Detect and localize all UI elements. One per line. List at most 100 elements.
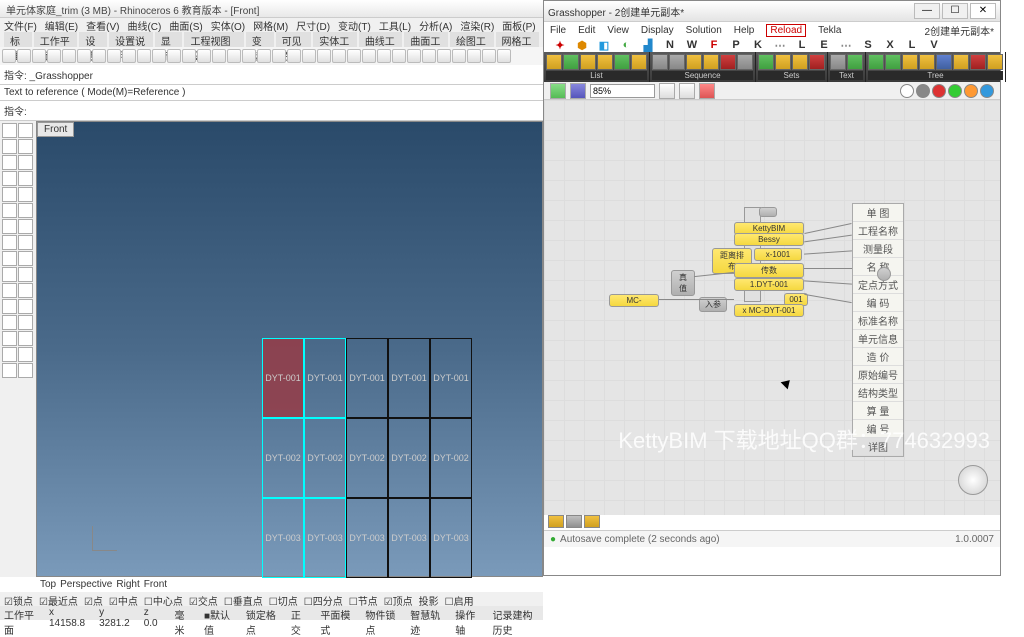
comp-icon[interactable]: [563, 54, 579, 70]
gh-tabgroup-list[interactable]: List: [544, 52, 650, 82]
tool-icon[interactable]: [18, 251, 33, 266]
toolbar-icon[interactable]: [422, 49, 436, 63]
tool-icon[interactable]: [2, 187, 17, 202]
comp-icon[interactable]: [847, 54, 863, 70]
gh-shortcut-letter[interactable]: F: [708, 39, 720, 51]
status-gridsnap[interactable]: 锁定格点: [246, 607, 277, 619]
tool-icon[interactable]: [2, 299, 17, 314]
gh-shortcut-letter[interactable]: X: [884, 39, 896, 51]
tool-icon[interactable]: [18, 139, 33, 154]
vp-tab-top[interactable]: Top: [40, 579, 56, 590]
osnap-item[interactable]: ☐垂直点: [224, 593, 263, 605]
gh-menu-display[interactable]: Display: [641, 25, 674, 36]
toolbar-icon[interactable]: [62, 49, 76, 63]
gh-tabgroup-sequence[interactable]: Sequence: [650, 52, 756, 82]
menu-analyze[interactable]: 分析(A): [419, 18, 452, 32]
menu-dim[interactable]: 尺寸(D): [296, 18, 330, 32]
tab-display[interactable]: 显示: [155, 32, 183, 47]
tool-icon[interactable]: [2, 251, 17, 266]
gh-shortcut-letter[interactable]: L: [796, 39, 808, 51]
gh-tabgroup-text[interactable]: Text: [828, 52, 866, 82]
tool-icon[interactable]: [18, 203, 33, 218]
toolbar-icon[interactable]: [377, 49, 391, 63]
gh-doc-tab[interactable]: [584, 515, 600, 528]
menu-transform[interactable]: 变动(T): [338, 18, 371, 32]
tool-icon[interactable]: [18, 347, 33, 362]
command-prompt[interactable]: 指令:: [0, 101, 543, 121]
toolbar-icon[interactable]: [347, 49, 361, 63]
gh-component[interactable]: 传数: [734, 263, 804, 278]
rhino-tabs[interactable]: 标准 工作平面 设置 设置说明 显示 工程视图设置 变动 可见性 实体工具 曲线…: [0, 32, 543, 47]
gh-menu-solution[interactable]: Solution: [686, 25, 722, 36]
rhino-toolbar[interactable]: [0, 47, 543, 65]
gh-menu-view[interactable]: View: [607, 25, 629, 36]
toolbar-icon[interactable]: [17, 49, 31, 63]
gh-tabgroup-sets[interactable]: Sets: [756, 52, 828, 82]
comp-icon[interactable]: [919, 54, 935, 70]
gh-menu-edit[interactable]: Edit: [578, 25, 595, 36]
save-icon[interactable]: [570, 83, 586, 99]
tool-icon[interactable]: [18, 283, 33, 298]
toolbar-icon[interactable]: [362, 49, 376, 63]
osnap-item[interactable]: ☐切点: [269, 593, 298, 605]
comp-icon[interactable]: [775, 54, 791, 70]
comp-icon[interactable]: [597, 54, 613, 70]
comp-icon[interactable]: [809, 54, 825, 70]
tool-icon[interactable]: [2, 219, 17, 234]
grid-cell[interactable]: DYT-002: [430, 418, 472, 498]
tab-curvetools[interactable]: 曲线工具: [359, 32, 403, 47]
comp-icon[interactable]: [737, 54, 753, 70]
gh-shortcut-icon[interactable]: ◐: [620, 39, 632, 51]
comp-icon[interactable]: [703, 54, 719, 70]
doc-preview-icon[interactable]: [964, 84, 978, 98]
tab-viewsetup[interactable]: 工程视图设置: [184, 32, 243, 47]
osnap-item[interactable]: ☑顶点: [384, 593, 413, 605]
vp-tab-perspective[interactable]: Perspective: [60, 579, 112, 590]
tab-standard[interactable]: 标准: [4, 32, 32, 47]
gh-titlebar[interactable]: Grasshopper - 2创建单元副本* — ☐ ✕: [544, 1, 1000, 22]
tool-icon[interactable]: [18, 315, 33, 330]
grid-cell[interactable]: DYT-002: [346, 418, 388, 498]
gh-canvas-toolbar[interactable]: [544, 82, 1000, 100]
status-layer[interactable]: ■默认值: [204, 607, 232, 619]
comp-icon[interactable]: [669, 54, 685, 70]
vp-tab-right[interactable]: Right: [116, 579, 139, 590]
gh-menu-reload[interactable]: Reload: [766, 24, 806, 37]
tool-icon[interactable]: [2, 331, 17, 346]
tool-icon[interactable]: [18, 171, 33, 186]
zoom-icon[interactable]: [659, 83, 675, 99]
status-osnap[interactable]: 物件锁点: [365, 607, 396, 619]
gh-shortcut-letter[interactable]: V: [928, 39, 940, 51]
comp-icon[interactable]: [652, 54, 668, 70]
tool-icon[interactable]: [2, 235, 17, 250]
tool-icon[interactable]: [2, 155, 17, 170]
toolbar-icon[interactable]: [302, 49, 316, 63]
rhino-menubar[interactable]: 文件(F) 编辑(E) 查看(V) 曲线(C) 曲面(S) 实体(O) 网格(M…: [0, 18, 543, 32]
comp-icon[interactable]: [758, 54, 774, 70]
gh-component[interactable]: 1.DYT-001: [734, 278, 804, 291]
gh-shortcut-letter[interactable]: P: [730, 39, 742, 51]
osnap-bar[interactable]: ☑锁点 ☑最近点 ☑点 ☑中点 ☐中心点 ☑交点 ☐垂直点 ☐切点 ☐四分点 ☐…: [0, 592, 543, 606]
gh-canvas[interactable]: KettyBIM Bessy 距离排布 x-1001 传数 真值 1.DYT-0…: [544, 100, 1000, 515]
osnap-item[interactable]: ☑点: [84, 593, 103, 605]
comp-icon[interactable]: [970, 54, 986, 70]
comp-icon[interactable]: [868, 54, 884, 70]
toolbar-icon[interactable]: [182, 49, 196, 63]
menu-mesh[interactable]: 网格(M): [253, 18, 288, 32]
vp-tab-front[interactable]: Front: [144, 579, 167, 590]
osnap-item[interactable]: 投影: [419, 593, 439, 605]
toolbar-icon[interactable]: [122, 49, 136, 63]
toolbar-icon[interactable]: [482, 49, 496, 63]
toolbar-icon[interactable]: [212, 49, 226, 63]
comp-icon[interactable]: [720, 54, 736, 70]
gh-shortcut-icon[interactable]: ⋯: [774, 39, 786, 51]
gh-shortcut-letter[interactable]: S: [862, 39, 874, 51]
tool-icon[interactable]: [18, 267, 33, 282]
status-history[interactable]: 记录建构历史: [493, 607, 539, 619]
menu-edit[interactable]: 编辑(E): [45, 18, 78, 32]
preview-wire-icon[interactable]: [916, 84, 930, 98]
toolbar-icon[interactable]: [107, 49, 121, 63]
gh-menu-file[interactable]: File: [550, 25, 566, 36]
comp-icon[interactable]: [953, 54, 969, 70]
tool-icon[interactable]: [2, 315, 17, 330]
